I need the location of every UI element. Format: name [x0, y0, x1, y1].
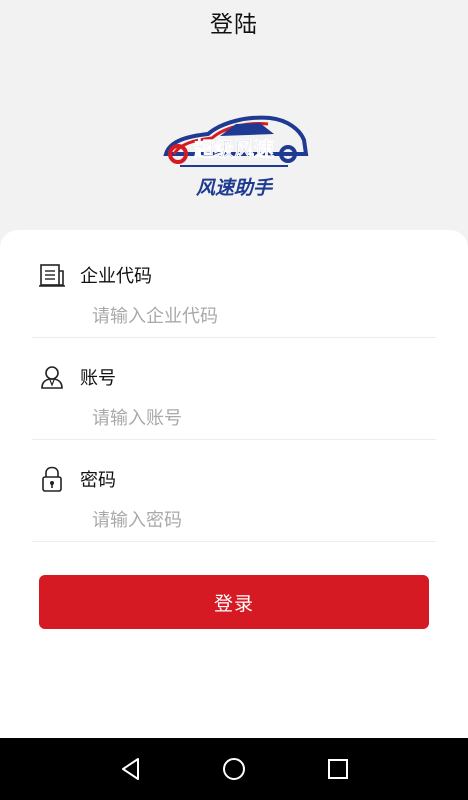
company-code-label: 企业代码 [80, 266, 152, 287]
company-code-field: 企业代码 [32, 236, 436, 338]
title-bar: 登陆 [0, 0, 468, 44]
password-input[interactable] [92, 506, 422, 534]
logo-sub-text: 风速助手 [196, 177, 274, 199]
back-icon[interactable] [117, 755, 145, 783]
building-document-icon [38, 261, 66, 289]
user-icon [38, 363, 66, 391]
app-logo: 超级风速 风速助手 [160, 110, 310, 202]
recents-icon[interactable] [324, 755, 352, 783]
home-icon[interactable] [220, 755, 248, 783]
password-field: 密码 [32, 440, 436, 542]
lock-icon [38, 465, 66, 493]
login-card: 企业代码 账号 [0, 230, 468, 738]
login-button[interactable]: 登录 [39, 575, 429, 629]
account-label: 账号 [80, 368, 116, 389]
account-input[interactable] [92, 404, 422, 432]
password-label: 密码 [80, 470, 116, 491]
system-nav-bar [0, 738, 468, 800]
company-code-input[interactable] [92, 302, 422, 330]
account-field: 账号 [32, 338, 436, 440]
logo-main-text: 超级风速 [193, 137, 274, 161]
page-title: 登陆 [210, 12, 258, 38]
